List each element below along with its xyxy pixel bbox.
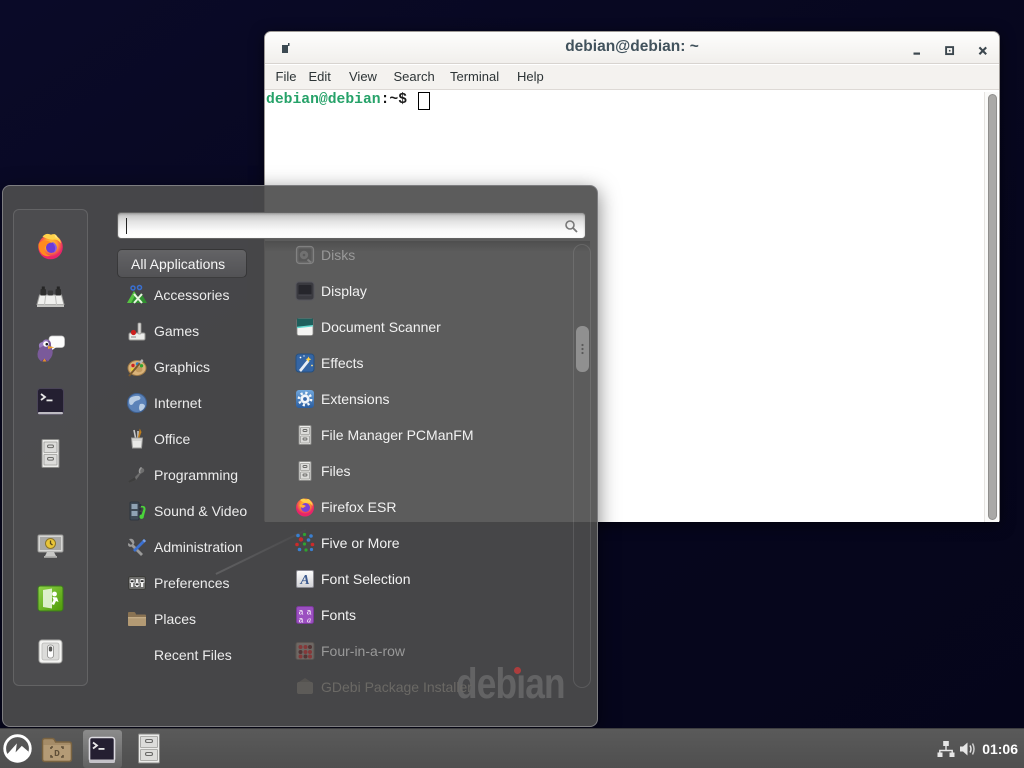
svg-text:A: A: [299, 573, 309, 588]
svg-text:a: a: [307, 616, 311, 625]
svg-text:D: D: [54, 748, 60, 759]
svg-text:a: a: [299, 616, 304, 625]
